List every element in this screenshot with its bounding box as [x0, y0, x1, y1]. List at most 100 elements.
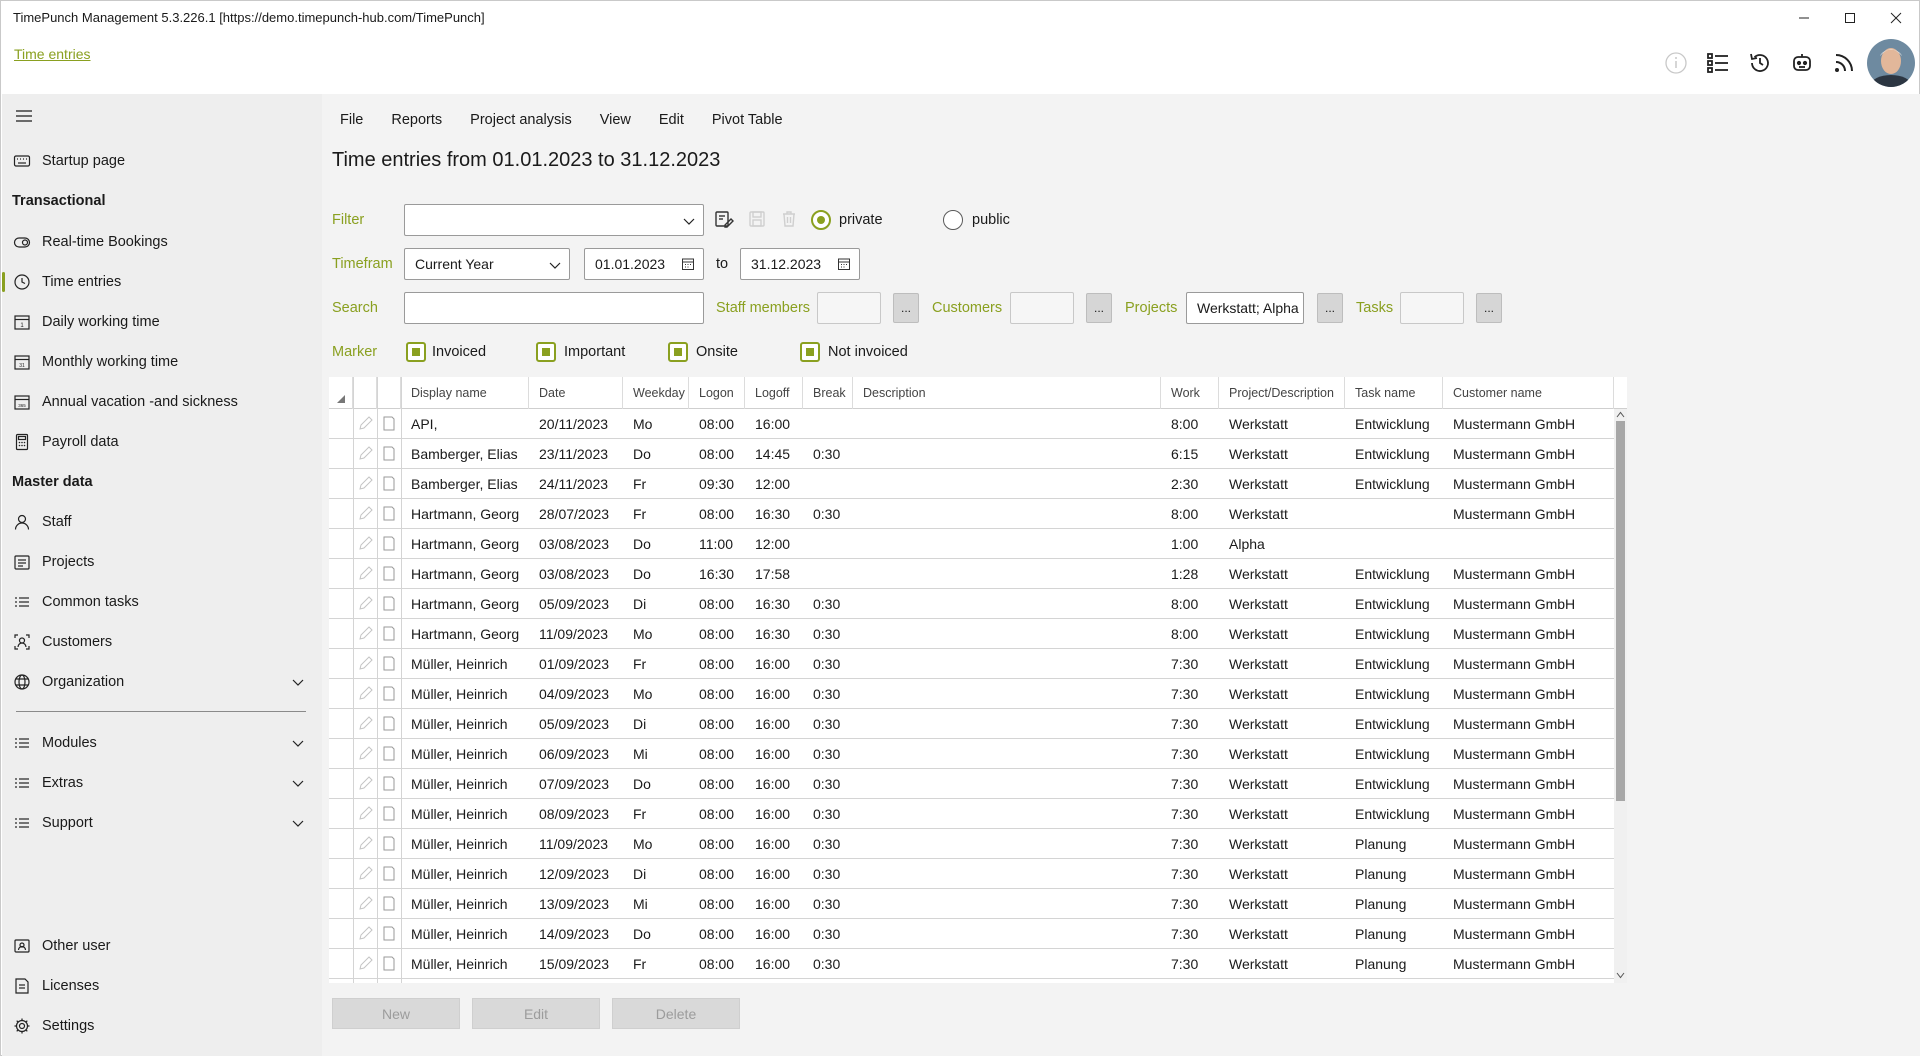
- table-row[interactable]: Bamberger, Elias 23/11/2023 Do 08:00 14:45 0:…: [329, 439, 1614, 469]
- public-radio[interactable]: [943, 210, 963, 230]
- tasks-picker-button[interactable]: ...: [1476, 293, 1502, 323]
- column-header-logon[interactable]: Logon: [689, 377, 745, 409]
- menu-edit[interactable]: Edit: [645, 112, 698, 128]
- sidebar-item-staff[interactable]: Staff: [2, 504, 322, 540]
- scrollbar-thumb[interactable]: [1616, 421, 1625, 801]
- menu-pivot-table[interactable]: Pivot Table: [698, 112, 797, 128]
- table-row[interactable]: Müller, Heinrich 15/09/2023 Fr 08:00 16:00 0:…: [329, 949, 1614, 979]
- table-row[interactable]: Müller, Heinrich 06/09/2023 Mi 08:00 16:00 0:…: [329, 739, 1614, 769]
- date-to-field[interactable]: 31.12.2023: [740, 248, 860, 280]
- sidebar-item-startup-page[interactable]: Startup page: [2, 143, 322, 179]
- pencil-icon[interactable]: [357, 595, 373, 612]
- note-icon[interactable]: [381, 595, 397, 612]
- sidebar-item-projects[interactable]: Projects: [2, 544, 322, 580]
- sidebar-item-other-user[interactable]: Other user: [2, 928, 322, 964]
- edit-filter-icon[interactable]: [714, 209, 734, 229]
- hamburger-icon[interactable]: [14, 106, 34, 126]
- table-row[interactable]: Hartmann, Georg 05/09/2023 Di 08:00 16:30 0:3…: [329, 589, 1614, 619]
- column-header-work[interactable]: Work: [1161, 377, 1219, 409]
- search-input[interactable]: [404, 292, 704, 324]
- pencil-icon[interactable]: [357, 715, 373, 732]
- new-button[interactable]: New: [332, 998, 460, 1029]
- table-row[interactable]: Müller, Heinrich 05/09/2023 Di 08:00 16:00 0:…: [329, 709, 1614, 739]
- sidebar-item-annual-vacation[interactable]: 365 Annual vacation -and sickness: [2, 384, 322, 420]
- pencil-icon[interactable]: [357, 745, 373, 762]
- column-header-date[interactable]: Date: [529, 377, 623, 409]
- column-header-logoff[interactable]: Logoff: [745, 377, 803, 409]
- sidebar-item-customers[interactable]: Customers: [2, 624, 322, 660]
- note-icon[interactable]: [381, 445, 397, 462]
- date-from-field[interactable]: 01.01.2023: [584, 248, 704, 280]
- table-row[interactable]: Hartmann, Georg 03/08/2023 Do 16:30 17:58 1:2…: [329, 559, 1614, 589]
- column-header-customer-name[interactable]: Customer name: [1443, 377, 1614, 409]
- table-scrollbar[interactable]: [1614, 409, 1627, 983]
- maximize-button[interactable]: [1827, 1, 1873, 35]
- onsite-checkbox[interactable]: [668, 342, 688, 362]
- private-radio[interactable]: [811, 210, 831, 230]
- projects-picker-button[interactable]: ...: [1317, 293, 1343, 323]
- sidebar-item-daily-working-time[interactable]: 1 Daily working time: [2, 304, 322, 340]
- table-row[interactable]: Müller, Heinrich 12/09/2023 Di 08:00 16:00 0:…: [329, 859, 1614, 889]
- pencil-icon[interactable]: [357, 505, 373, 522]
- customers-picker-button[interactable]: ...: [1086, 293, 1112, 323]
- note-icon[interactable]: [381, 655, 397, 672]
- column-header-display-name[interactable]: Display name: [401, 377, 529, 409]
- table-row[interactable]: Müller, Heinrich 01/09/2023 Fr 08:00 16:00 0:…: [329, 649, 1614, 679]
- pencil-icon[interactable]: [357, 835, 373, 852]
- minimize-button[interactable]: [1781, 1, 1827, 35]
- table-row[interactable]: API, 20/11/2023 Mo 08:00 16:00 8:00 Werkstatt E…: [329, 409, 1614, 439]
- sidebar-item-extras[interactable]: Extras: [2, 765, 322, 801]
- note-icon[interactable]: [381, 685, 397, 702]
- invoiced-checkbox[interactable]: [406, 342, 426, 362]
- table-row[interactable]: Müller, Heinrich 11/09/2023 Mo 08:00 16:00 0:…: [329, 829, 1614, 859]
- note-icon[interactable]: [381, 835, 397, 852]
- staff-members-field[interactable]: [817, 292, 881, 324]
- column-header-break[interactable]: Break: [803, 377, 853, 409]
- breadcrumb[interactable]: Time entries: [14, 46, 91, 62]
- note-icon[interactable]: [381, 745, 397, 762]
- table-row[interactable]: [329, 979, 1614, 983]
- feed-button[interactable]: [1823, 41, 1865, 85]
- sidebar-item-organization[interactable]: Organization: [2, 664, 322, 700]
- table-row[interactable]: Hartmann, Georg 28/07/2023 Fr 08:00 16:30 0:3…: [329, 499, 1614, 529]
- note-icon[interactable]: [381, 715, 397, 732]
- save-icon[interactable]: [747, 209, 767, 229]
- pencil-icon[interactable]: [357, 925, 373, 942]
- column-header-task-name[interactable]: Task name: [1345, 377, 1443, 409]
- sidebar-item-modules[interactable]: Modules: [2, 725, 322, 761]
- projects-field[interactable]: Werkstatt; Alpha: [1186, 292, 1304, 324]
- table-row[interactable]: Müller, Heinrich 04/09/2023 Mo 08:00 16:00 0:…: [329, 679, 1614, 709]
- pencil-icon[interactable]: [357, 895, 373, 912]
- pencil-icon[interactable]: [357, 865, 373, 882]
- customers-field[interactable]: [1010, 292, 1074, 324]
- table-row[interactable]: Müller, Heinrich 07/09/2023 Do 08:00 16:00 0:…: [329, 769, 1614, 799]
- note-icon[interactable]: [381, 565, 397, 582]
- sidebar-item-settings[interactable]: Settings: [2, 1008, 322, 1044]
- sidebar-item-payroll-data[interactable]: Payroll data: [2, 424, 322, 460]
- pencil-icon[interactable]: [357, 415, 373, 432]
- table-row[interactable]: Hartmann, Georg 03/08/2023 Do 11:00 12:00 1:0…: [329, 529, 1614, 559]
- pencil-icon[interactable]: [357, 475, 373, 492]
- pencil-icon[interactable]: [357, 565, 373, 582]
- table-row[interactable]: Bamberger, Elias 24/11/2023 Fr 09:30 12:00 2:…: [329, 469, 1614, 499]
- sidebar-item-time-entries[interactable]: Time entries: [2, 264, 322, 300]
- sidebar-item-common-tasks[interactable]: Common tasks: [2, 584, 322, 620]
- note-icon[interactable]: [381, 625, 397, 642]
- menu-view[interactable]: View: [586, 112, 645, 128]
- pencil-icon[interactable]: [357, 805, 373, 822]
- tasks-field[interactable]: [1400, 292, 1464, 324]
- close-button[interactable]: [1873, 1, 1919, 35]
- not-invoiced-checkbox[interactable]: [800, 342, 820, 362]
- note-icon[interactable]: [381, 505, 397, 522]
- note-icon[interactable]: [381, 775, 397, 792]
- scroll-down-icon[interactable]: [1616, 972, 1625, 979]
- task-list-button[interactable]: [1697, 41, 1739, 85]
- pencil-icon[interactable]: [357, 685, 373, 702]
- edit-button[interactable]: Edit: [472, 998, 600, 1029]
- sidebar-item-licenses[interactable]: Licenses: [2, 968, 322, 1004]
- pencil-icon[interactable]: [357, 535, 373, 552]
- delete-icon[interactable]: [779, 209, 799, 229]
- pencil-icon[interactable]: [357, 625, 373, 642]
- pencil-icon[interactable]: [357, 775, 373, 792]
- note-icon[interactable]: [381, 805, 397, 822]
